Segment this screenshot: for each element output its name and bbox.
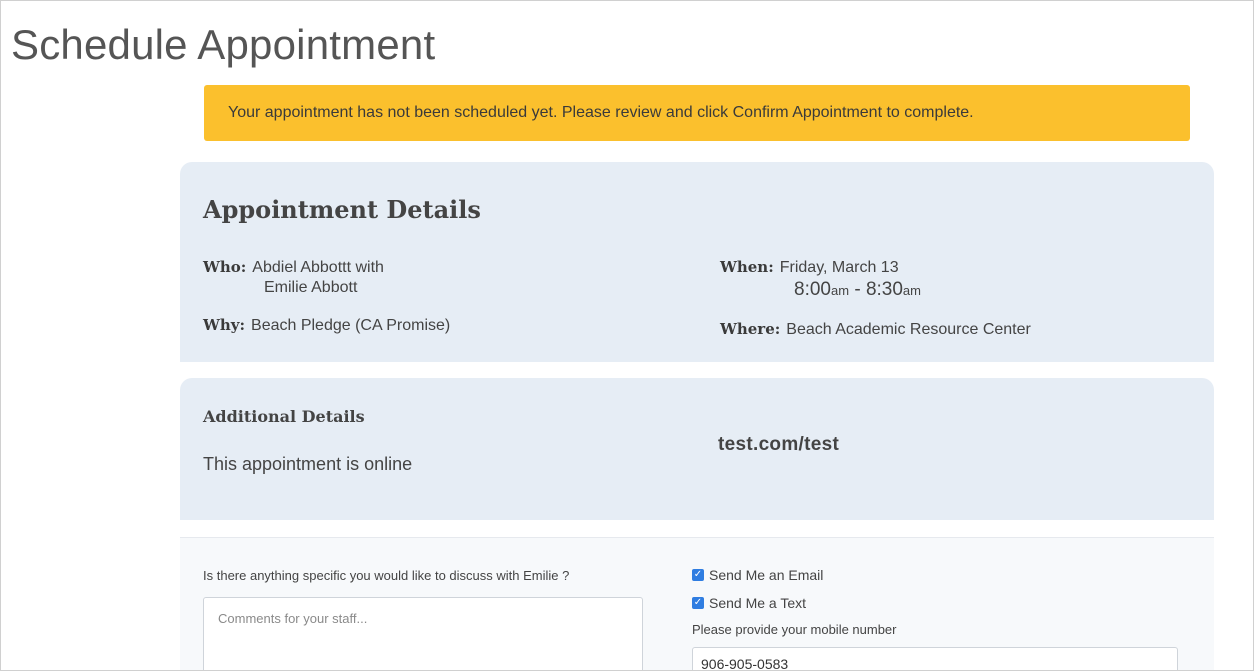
send-text-option[interactable]: ✓ Send Me a Text [692, 595, 806, 611]
app-window: Schedule Appointment Your appointment ha… [0, 0, 1254, 671]
where-value: Beach Academic Resource Center [786, 321, 1031, 338]
mobile-number-input[interactable] [692, 647, 1178, 670]
when-label: When: [720, 258, 774, 276]
when-time: 8:00am - 8:30am [720, 280, 921, 301]
meeting-link[interactable]: test.com/test [718, 434, 839, 456]
when-start-suffix: am [830, 283, 850, 298]
when-date: Friday, March 13 [779, 259, 899, 276]
who-value-line2: Emilie Abbott [264, 279, 358, 296]
additional-details-heading: Additional Details [203, 407, 365, 426]
notification-form: Is there anything specific you would lik… [180, 537, 1214, 670]
send-email-label: Send Me an Email [709, 567, 824, 583]
why-label: Why: [203, 316, 246, 334]
who-field: Who: Abdiel Abbottt with Emilie Abbott [203, 257, 384, 298]
warning-message: Your appointment has not been scheduled … [228, 104, 974, 121]
page-title: Schedule Appointment [11, 21, 436, 68]
why-value: Beach Pledge (CA Promise) [251, 317, 451, 334]
where-label: Where: [720, 320, 781, 338]
appointment-details-heading: Appointment Details [203, 195, 481, 224]
additional-details-card: Additional Details This appointment is o… [180, 378, 1214, 520]
comments-textarea[interactable] [203, 597, 643, 670]
when-start: 8:00 [794, 279, 831, 300]
appointment-details-card: Appointment Details Who: Abdiel Abbottt w… [180, 162, 1214, 362]
who-label: Who: [203, 258, 247, 276]
discuss-label: Is there anything specific you would lik… [203, 568, 570, 583]
warning-banner: Your appointment has not been scheduled … [204, 85, 1190, 141]
when-end-suffix: am [902, 283, 921, 298]
mobile-number-label: Please provide your mobile number [692, 622, 897, 637]
send-text-checkbox[interactable]: ✓ [692, 597, 704, 609]
when-end: 8:30 [865, 279, 903, 300]
why-field: Why: Beach Pledge (CA Promise) [203, 315, 450, 336]
where-field: Where: Beach Academic Resource Center [720, 319, 1031, 340]
when-separator: - [849, 279, 866, 300]
send-text-label: Send Me a Text [709, 595, 807, 611]
online-note: This appointment is online [203, 454, 413, 474]
send-email-option[interactable]: ✓ Send Me an Email [692, 567, 823, 583]
when-field: When: Friday, March 13 8:00am - 8:30am [720, 257, 921, 301]
send-email-checkbox[interactable]: ✓ [692, 569, 704, 581]
who-value-line1: Abdiel Abbottt with [252, 259, 384, 276]
